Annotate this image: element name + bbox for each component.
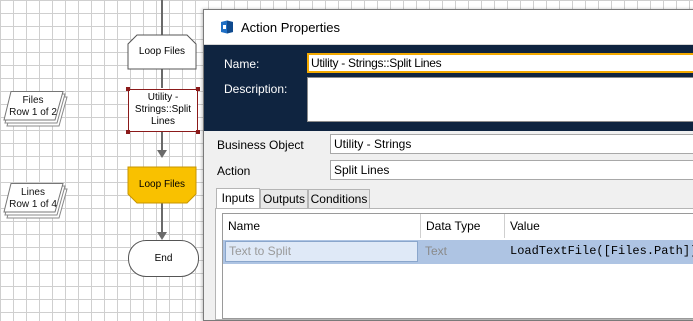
business-object-label: Business Object (217, 138, 304, 152)
loop-start-stage[interactable]: Loop Files (127, 34, 197, 70)
loop-end-label: Loop Files (138, 179, 186, 190)
connector-action-to-loop (161, 131, 163, 151)
tab-outputs[interactable]: Outputs (260, 189, 308, 208)
lines-collection-name: Lines (21, 187, 45, 198)
dialog-title: Action Properties (241, 20, 340, 35)
end-label: End (154, 252, 173, 264)
loop-end-stage[interactable]: Loop Files (127, 166, 197, 204)
dialog-titlebar[interactable]: Action Properties (204, 10, 693, 45)
selection-handle[interactable] (126, 130, 130, 134)
loop-start-label: Loop Files (138, 46, 186, 57)
files-collection-rows: Row 1 of 2 (9, 107, 57, 118)
description-input[interactable] (307, 77, 693, 122)
row-data-type-cell: Text (425, 244, 448, 258)
name-input[interactable]: Utility - Strings::Split Lines (307, 53, 693, 73)
collection-label-block: Lines Row 1 of 4 (3, 187, 63, 211)
inputs-tab-panel: Name Data Type Value Text to Split Text … (215, 208, 693, 320)
action-stage-split-lines[interactable]: Utility - Strings::Split Lines (126, 87, 200, 134)
row-name-cell[interactable]: Text to Split (225, 241, 418, 262)
action-stage-label-line: Utility - (147, 92, 179, 103)
end-stage[interactable]: End (128, 240, 199, 277)
description-label: Description: (224, 82, 288, 96)
lines-collection-stage[interactable]: Lines Row 1 of 4 (3, 183, 69, 219)
tab-inputs[interactable]: Inputs (216, 188, 260, 209)
connector-loop-to-end (161, 203, 163, 233)
action-dropdown[interactable]: Split Lines (330, 160, 693, 180)
selection-handle[interactable] (196, 130, 200, 134)
collection-label-block: Files Row 1 of 2 (3, 95, 63, 119)
table-row[interactable]: Text to Split Text LoadTextFile([Files.P… (223, 240, 693, 264)
stage-text-block: Utility - Strings::Split Lines (129, 90, 197, 128)
name-label: Name: (224, 57, 260, 71)
files-collection-name: Files (22, 95, 44, 106)
lines-collection-rows: Row 1 of 4 (9, 199, 57, 210)
selection-handle[interactable] (196, 87, 200, 91)
connector-loop-to-action (161, 68, 163, 88)
column-header-data-type[interactable]: Data Type (421, 214, 505, 238)
action-stage-label-line: Lines (151, 116, 175, 127)
connector-arrow (157, 232, 167, 240)
column-header-name[interactable]: Name (223, 214, 421, 238)
action-label: Action (217, 164, 251, 178)
action-properties-dialog: Action Properties Name: Utility - String… (203, 9, 693, 321)
connector-arrow (157, 150, 167, 158)
business-object-dropdown[interactable]: Utility - Strings (330, 134, 693, 154)
row-value-cell[interactable]: LoadTextFile([Files.Path]) (506, 240, 693, 264)
action-stage-icon (220, 20, 234, 34)
stage-header-panel: Name: Utility - Strings::Split Lines Des… (204, 45, 693, 131)
tab-conditions[interactable]: Conditions (308, 189, 370, 208)
selection-handle[interactable] (126, 87, 130, 91)
column-header-value[interactable]: Value (505, 214, 693, 238)
action-stage-label-line: Strings::Split (134, 104, 192, 115)
connector-top (161, 0, 163, 35)
files-collection-stage[interactable]: Files Row 1 of 2 (3, 91, 69, 127)
inputs-grid[interactable]: Name Data Type Value Text to Split Text … (222, 213, 693, 319)
